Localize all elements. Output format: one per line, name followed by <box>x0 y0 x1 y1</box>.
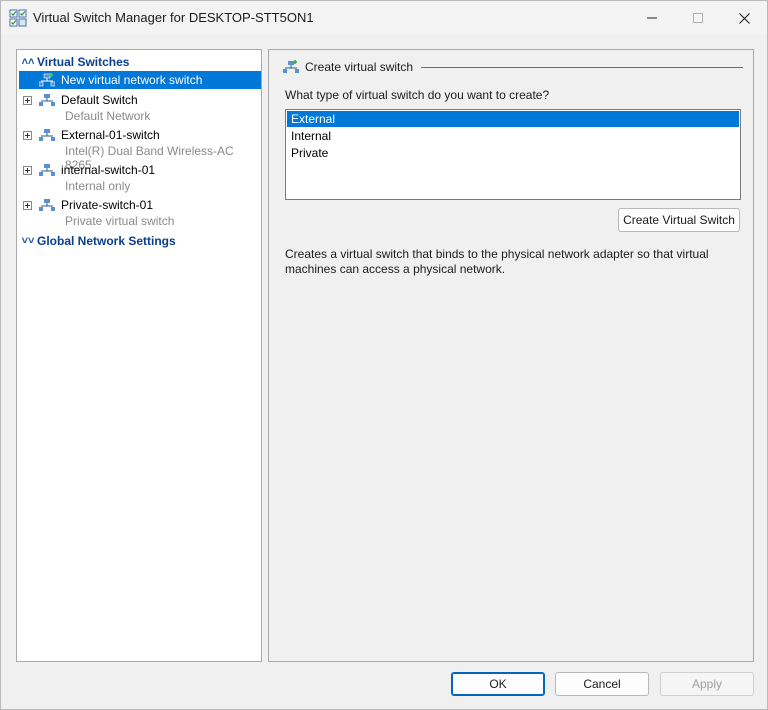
minimize-button[interactable] <box>629 1 675 35</box>
network-switch-icon <box>39 94 55 106</box>
expand-plus-icon[interactable] <box>23 165 32 175</box>
switch-tree-pane: ˄˄ Virtual Switches New virtual network … <box>16 49 262 662</box>
group-title: Create virtual switch <box>305 60 414 74</box>
collapse-chevron-icon: ˄˄ <box>21 56 35 68</box>
tree-item-sublabel: Default Network <box>65 109 151 123</box>
tree-item-external-01-switch[interactable]: External-01-switch <box>19 126 261 144</box>
switch-type-option-private[interactable]: Private <box>287 145 739 161</box>
group-divider <box>421 66 743 68</box>
maximize-icon <box>693 13 703 23</box>
expand-plus-icon[interactable] <box>23 200 32 210</box>
global-settings-header-label: Global Network Settings <box>37 234 176 248</box>
expand-plus-icon[interactable] <box>23 95 32 105</box>
close-icon <box>738 12 750 24</box>
global-network-settings-section-header[interactable]: ˅˅ Global Network Settings <box>19 233 259 249</box>
tree-item-label: External-01-switch <box>61 128 160 142</box>
tree-item-label: internal-switch-01 <box>61 163 156 177</box>
title-bar: Virtual Switch Manager for DESKTOP-STT5O… <box>1 1 767 35</box>
apply-button[interactable]: Apply <box>660 672 754 696</box>
ok-button[interactable]: OK <box>451 672 545 696</box>
tree-item-label: Private-switch-01 <box>61 198 154 212</box>
create-switch-pane: Create virtual switch What type of virtu… <box>268 49 754 662</box>
virtual-switches-section-header[interactable]: ˄˄ Virtual Switches <box>19 54 259 70</box>
expand-chevron-icon: ˅˅ <box>21 235 35 247</box>
close-button[interactable] <box>721 1 767 35</box>
switch-type-description: Creates a virtual switch that binds to t… <box>285 247 709 276</box>
switch-type-question: What type of virtual switch do you want … <box>285 88 550 102</box>
tree-item-private-switch-01[interactable]: Private-switch-01 <box>19 196 261 214</box>
virtual-switch-manager-window: Virtual Switch Manager for DESKTOP-STT5O… <box>0 0 768 710</box>
switch-type-listbox[interactable]: External Internal Private <box>285 109 741 200</box>
network-switch-icon <box>39 199 55 211</box>
virtual-switches-header-label: Virtual Switches <box>37 55 130 69</box>
virtual-switch-manager-app-icon <box>9 9 27 27</box>
new-switch-icon <box>39 73 55 87</box>
tree-item-label: New virtual network switch <box>61 73 203 87</box>
network-switch-icon <box>39 129 55 141</box>
new-switch-icon <box>283 60 299 73</box>
maximize-button[interactable] <box>675 1 721 35</box>
create-virtual-switch-button[interactable]: Create Virtual Switch <box>618 208 740 232</box>
window-title: Virtual Switch Manager for DESKTOP-STT5O… <box>33 10 314 25</box>
switch-type-option-external[interactable]: External <box>287 111 739 127</box>
tree-item-default-switch[interactable]: Default Switch <box>19 91 261 109</box>
create-virtual-switch-group-header: Create virtual switch <box>283 58 743 76</box>
expand-plus-icon[interactable] <box>23 130 32 140</box>
switch-type-option-internal[interactable]: Internal <box>287 128 739 144</box>
tree-item-internal-switch-01[interactable]: internal-switch-01 <box>19 161 261 179</box>
tree-item-sublabel: Intel(R) Dual Band Wireless-AC 8265 <box>65 144 234 172</box>
tree-item-sublabel: Internal only <box>65 179 131 193</box>
tree-item-sublabel: Private virtual switch <box>65 214 175 228</box>
tree-item-new-virtual-network-switch[interactable]: New virtual network switch <box>19 71 261 89</box>
tree-item-label: Default Switch <box>61 93 138 107</box>
minimize-icon <box>647 17 657 19</box>
cancel-button[interactable]: Cancel <box>555 672 649 696</box>
network-switch-icon <box>39 164 55 176</box>
